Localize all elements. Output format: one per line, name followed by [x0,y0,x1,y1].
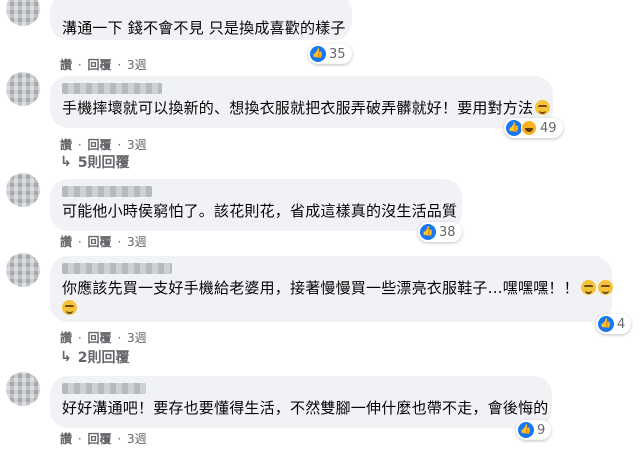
separator: · [117,235,122,249]
smile-emoji [62,300,77,315]
separator: · [77,138,82,152]
comment-text: 你應該先買一支好手機給老婆用，接著慢慢買一些漂亮衣服鞋子…嘿嘿嘿！！ [62,279,579,297]
like-button[interactable]: 讚 [60,432,72,446]
replies-count: 2則回覆 [77,350,130,366]
view-replies-link[interactable]: ↳ 5則回覆 [60,152,129,172]
timestamp[interactable]: 3週 [127,138,147,152]
reaction-summary[interactable]: 👍 49 [504,118,563,138]
avatar[interactable] [6,253,40,287]
comment-actions: 讚 · 回覆 · 3週 [60,233,147,250]
comment-actions: 讚 · 回覆 · 3週 [60,329,147,346]
reply-button[interactable]: 回覆 [88,138,112,152]
avatar[interactable] [6,0,40,26]
reply-button[interactable]: 回覆 [88,331,112,345]
haha-icon [521,120,537,136]
commenter-name[interactable] [62,263,172,274]
comment-actions: 讚 · 回覆 · 3週 [60,430,147,447]
reply-arrow-icon: ↳ [60,349,72,365]
replies-count: 5則回覆 [77,155,130,171]
reaction-summary[interactable]: 👍 9 [516,420,552,440]
comment-text: 可能他小時侯窮怕了。該花則花，省成這樣真的沒生活品質 [62,202,458,220]
like-icon: 👍 [598,316,614,332]
like-icon: 👍 [310,46,326,62]
reaction-count: 35 [329,46,346,62]
timestamp[interactable]: 3週 [127,331,147,345]
timestamp[interactable]: 3週 [127,235,147,249]
comment-text: 溝通一下 錢不會不見 只是換成喜歡的樣子 [62,19,346,37]
separator: · [117,432,122,446]
comment-bubble: 好好溝通吧！要存也要懂得生活，不然雙腳一伸什麼也帶不走，會後悔的 [50,376,552,428]
comment-bubble: 你應該先買一支好手機給老婆用，接著慢慢買一些漂亮衣服鞋子…嘿嘿嘿！！ [50,256,613,322]
avatar[interactable] [6,72,40,106]
separator: · [117,58,122,72]
reaction-count: 49 [540,120,557,136]
like-button[interactable]: 讚 [60,58,72,72]
smile-emoji [580,280,596,295]
like-button[interactable]: 讚 [60,235,72,249]
separator: · [77,235,82,249]
timestamp[interactable]: 3週 [127,58,147,72]
like-icon: 👍 [420,224,436,240]
reaction-count: 38 [439,224,456,240]
comment-bubble: 手機摔壞就可以換新的、想換衣服就把衣服弄破弄髒就好！要用對方法 [50,76,553,128]
commenter-name[interactable] [62,383,146,394]
like-button[interactable]: 讚 [60,331,72,345]
like-icon: 👍 [518,422,534,438]
reaction-summary[interactable]: 👍 38 [418,222,462,242]
reaction-count: 9 [537,422,546,438]
comment-text: 手機摔壞就可以換新的、想換衣服就把衣服弄破弄髒就好！要用對方法 [62,99,534,117]
comment-bubble: 溝通一下 錢不會不見 只是換成喜歡的樣子 [50,0,352,40]
reaction-count: 4 [617,316,626,332]
avatar[interactable] [6,372,40,406]
separator: · [77,331,82,345]
reply-button[interactable]: 回覆 [88,58,112,72]
separator: · [77,432,82,446]
comment-actions: 讚 · 回覆 · 3週 [60,136,147,153]
smile-emoji [535,100,551,115]
like-icon: 👍 [506,120,522,136]
separator: · [77,58,82,72]
avatar[interactable] [6,173,40,207]
smile-emoji [597,280,613,295]
separator: · [117,331,122,345]
separator: · [117,138,122,152]
comment-bubble: 可能他小時侯窮怕了。該花則花，省成這樣真的沒生活品質 [50,179,462,231]
commenter-name[interactable] [62,186,152,197]
reaction-summary[interactable]: 👍 4 [596,314,632,334]
reply-arrow-icon: ↳ [60,154,72,170]
comment-actions: 讚 · 回覆 · 3週 [60,56,147,73]
comment-text: 好好溝通吧！要存也要懂得生活，不然雙腳一伸什麼也帶不走，會後悔的 [62,399,549,417]
reply-button[interactable]: 回覆 [88,235,112,249]
reaction-summary[interactable]: 👍 35 [308,44,352,64]
view-replies-link[interactable]: ↳ 2則回覆 [60,347,129,367]
timestamp[interactable]: 3週 [127,432,147,446]
commenter-name[interactable] [62,83,162,94]
like-button[interactable]: 讚 [60,138,72,152]
reply-button[interactable]: 回覆 [88,432,112,446]
